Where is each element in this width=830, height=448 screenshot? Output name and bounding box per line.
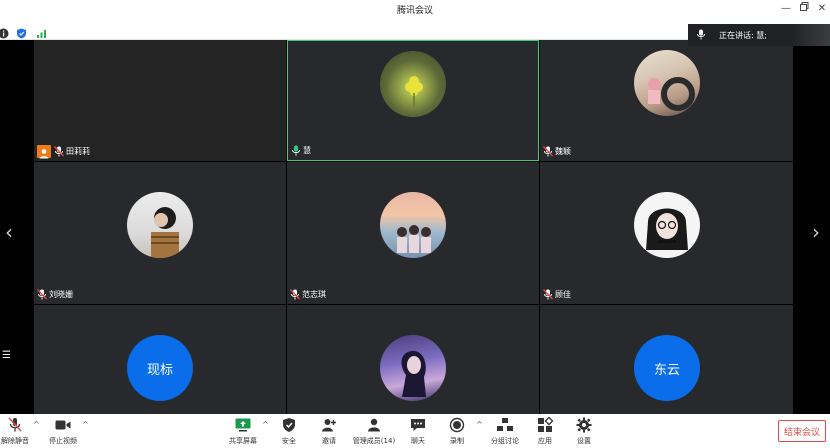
participant-name: 顾佳 — [555, 290, 571, 299]
participant-namebar: 顾佳 — [543, 288, 571, 301]
manage-members-label: 管理成员(14) — [352, 437, 396, 445]
mic-speaking-icon — [292, 145, 300, 156]
menu-icon[interactable]: ☰ — [2, 350, 11, 361]
video-tile[interactable]: 刘晓姗 — [34, 162, 286, 304]
host-icon — [37, 145, 51, 159]
participant-name: 范志琪 — [302, 290, 326, 299]
record-label: 录制 — [450, 437, 464, 445]
participant-name: 魏颖 — [555, 147, 571, 156]
participant-namebar: 慧 — [291, 144, 311, 157]
share-screen-icon — [235, 418, 251, 432]
manage-members-button[interactable]: 管理成员(14) — [352, 414, 396, 448]
restore-button[interactable] — [797, 2, 811, 16]
title-bar: 腾讯会议 — ✕ — [0, 0, 830, 20]
avatar: 东云 — [634, 335, 700, 401]
participant-name: 慧 — [303, 146, 311, 155]
avatar: 现标 — [127, 335, 193, 401]
meeting-toolbar: 解除静音 ^ 停止视频 ^ 共享屏幕 ^ 安全 邀请 管理成员(14) 聊天 录… — [0, 414, 830, 448]
speaking-indicator: 正在讲话: 慧; — [688, 24, 830, 46]
security-label: 安全 — [282, 437, 296, 445]
security-button[interactable]: 安全 — [276, 414, 302, 448]
chat-icon — [411, 419, 425, 431]
apps-label: 应用 — [538, 437, 552, 445]
mic-muted-icon — [37, 289, 47, 300]
share-options-caret[interactable]: ^ — [262, 420, 269, 429]
mic-muted-icon — [54, 146, 64, 157]
members-icon — [368, 418, 380, 432]
video-options-caret[interactable]: ^ — [82, 420, 89, 429]
video-tile[interactable]: 顾佳 — [540, 162, 793, 304]
stop-video-button[interactable]: 停止视频 — [46, 414, 80, 448]
share-screen-button[interactable]: 共享屏幕 — [226, 414, 260, 448]
shield-icon[interactable] — [16, 24, 27, 39]
breakout-button[interactable]: 分组讨论 — [488, 414, 522, 448]
share-screen-label: 共享屏幕 — [229, 437, 257, 445]
video-tile[interactable]: 现标 — [34, 305, 286, 414]
minimize-button[interactable]: — — [779, 2, 793, 16]
signal-strength-icon[interactable] — [36, 24, 47, 38]
speaking-fade — [790, 24, 830, 46]
chat-label: 聊天 — [411, 437, 425, 445]
avatar — [634, 50, 700, 116]
end-meeting-button[interactable]: 结束会议 — [778, 420, 826, 442]
breakout-rooms-icon — [497, 418, 513, 431]
close-button[interactable]: ✕ — [815, 2, 829, 16]
mic-muted-icon — [290, 289, 300, 300]
avatar — [380, 192, 446, 258]
participant-namebar: 田莉莉 — [37, 145, 90, 159]
video-camera-icon — [55, 420, 71, 430]
apps-icon — [538, 417, 554, 432]
settings-label: 设置 — [577, 437, 591, 445]
invite-button[interactable]: 邀请 — [316, 414, 342, 448]
window-title: 腾讯会议 — [396, 6, 433, 16]
avatar — [380, 51, 446, 117]
stop-video-label: 停止视频 — [49, 437, 77, 445]
invite-label: 邀请 — [322, 437, 336, 445]
record-options-caret[interactable]: ^ — [476, 420, 483, 429]
settings-button[interactable]: 设置 — [571, 414, 597, 448]
speaking-label: 正在讲话: 慧; — [719, 31, 767, 40]
gear-icon — [576, 417, 592, 433]
video-tile[interactable] — [287, 305, 539, 414]
participant-namebar: 范志琪 — [290, 288, 326, 301]
record-button[interactable]: 录制 — [444, 414, 470, 448]
unmute-button[interactable]: 解除静音 — [0, 414, 30, 448]
participant-name: 刘晓姗 — [49, 290, 73, 299]
breakout-label: 分组讨论 — [491, 437, 519, 445]
info-icon[interactable] — [0, 24, 9, 39]
shield-icon — [283, 418, 295, 432]
video-tile-active-speaker[interactable]: 慧 — [287, 40, 539, 161]
mic-muted-icon — [8, 417, 22, 432]
chat-button[interactable]: 聊天 — [405, 414, 431, 448]
audio-options-caret[interactable]: ^ — [33, 420, 40, 429]
video-tile[interactable]: 魏颖 — [540, 40, 793, 161]
record-icon — [449, 417, 465, 433]
mic-icon — [697, 29, 705, 40]
mic-muted-icon — [543, 146, 553, 157]
avatar — [634, 192, 700, 258]
participant-namebar: 魏颖 — [543, 145, 571, 158]
avatar — [127, 192, 193, 258]
video-tile[interactable]: 范志琪 — [287, 162, 539, 304]
prev-page-arrow[interactable]: ‹ — [5, 222, 13, 242]
video-tile[interactable]: 东云 — [540, 305, 793, 414]
next-page-arrow[interactable]: › — [812, 222, 820, 242]
restore-icon — [799, 2, 808, 11]
apps-button[interactable]: 应用 — [532, 414, 558, 448]
participant-namebar: 刘晓姗 — [37, 288, 73, 301]
unmute-label: 解除静音 — [1, 437, 29, 445]
avatar — [380, 335, 446, 401]
video-tile[interactable]: 田莉莉 — [34, 40, 286, 161]
mic-muted-icon — [543, 289, 553, 300]
add-user-icon — [322, 419, 336, 432]
participant-name: 田莉莉 — [66, 147, 90, 156]
